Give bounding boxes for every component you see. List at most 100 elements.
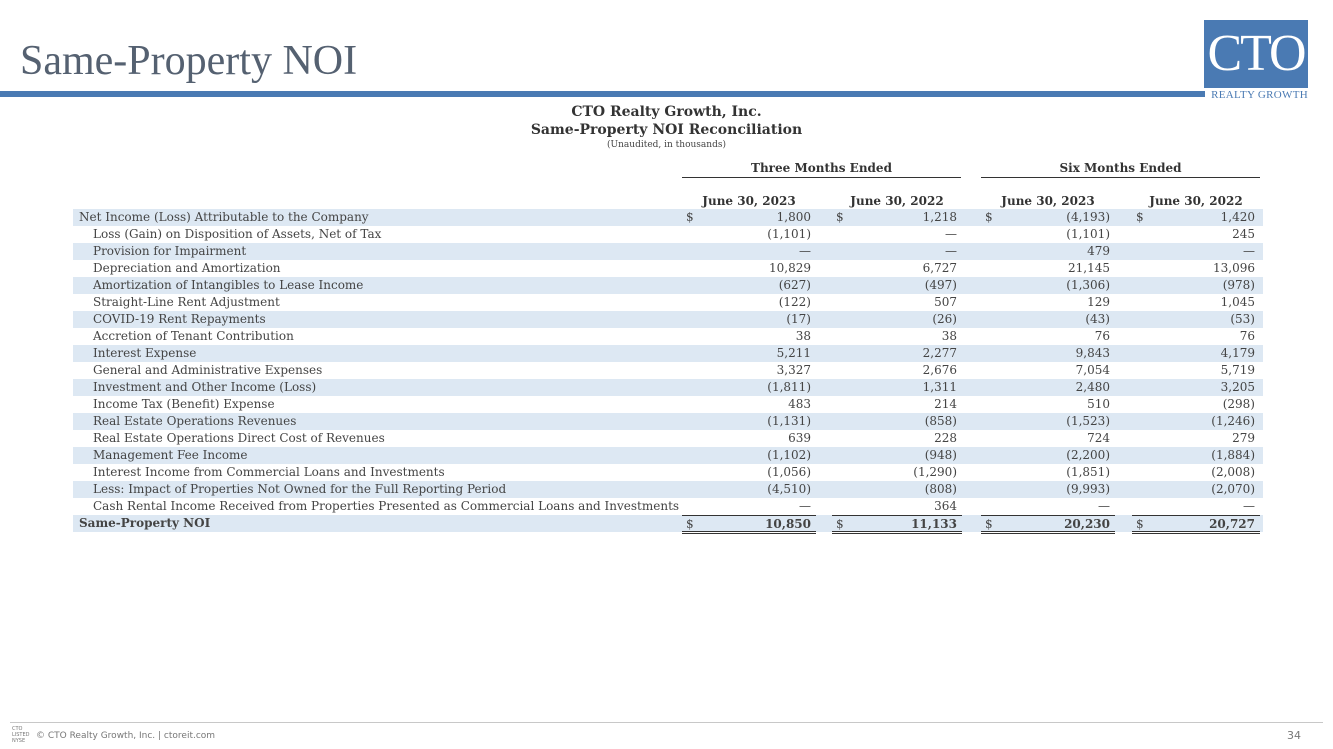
table-cell: (1,811) [682, 379, 816, 396]
table-cell: (17) [682, 311, 816, 328]
footer-logo: CTO LISTED NYSE [12, 726, 34, 744]
row-label: Straight-Line Rent Adjustment [93, 295, 280, 309]
cell-value: (1,246) [1211, 414, 1255, 428]
cell-value: (1,101) [1066, 227, 1110, 241]
cell-value: (1,102) [767, 448, 811, 462]
page-number: 34 [1287, 729, 1301, 742]
table-cell: (1,523) [981, 413, 1115, 430]
table-cell: (1,056) [682, 464, 816, 481]
cell-value: (9,993) [1066, 482, 1110, 496]
table-cell: 1,311 [832, 379, 962, 396]
report-note: (Unaudited, in thousands) [607, 140, 726, 150]
cell-value: 11,133 [911, 517, 957, 531]
row-label: Depreciation and Amortization [93, 261, 281, 275]
cell-value: 10,829 [769, 261, 811, 275]
cell-value: (2,200) [1066, 448, 1110, 462]
cell-value: 5,211 [776, 346, 811, 360]
cell-value: 76 [1239, 329, 1255, 343]
table-row: Amortization of Intangibles to Lease Inc… [73, 277, 1263, 294]
cto-logo: CTO [1204, 20, 1308, 88]
cell-value: (497) [924, 278, 957, 292]
table-cell: (53) [1132, 311, 1260, 328]
table-cell: $20,727 [1132, 515, 1260, 534]
table-cell: (4,510) [682, 481, 816, 498]
table-cell: (1,884) [1132, 447, 1260, 464]
cell-value: 479 [1087, 244, 1110, 258]
reconciliation-table: Net Income (Loss) Attributable to the Co… [73, 209, 1263, 534]
cell-value: 38 [941, 329, 957, 343]
table-cell: 279 [1132, 430, 1260, 447]
cell-value: 3,327 [776, 363, 811, 377]
cell-value: 10,850 [765, 517, 811, 531]
cell-value: 639 [788, 431, 811, 445]
cell-value: 13,096 [1213, 261, 1255, 275]
table-cell: (497) [832, 277, 962, 294]
row-label: Provision for Impairment [93, 244, 247, 258]
table-cell: 6,727 [832, 260, 962, 277]
cell-value: 1,045 [1220, 295, 1255, 309]
table-row: Management Fee Income (1,102) (948) (2,200)… [73, 447, 1263, 464]
cell-value: — [945, 244, 957, 258]
table-cell: 5,719 [1132, 362, 1260, 379]
table-cell: $1,420 [1132, 209, 1260, 226]
table-cell: $1,800 [682, 209, 816, 226]
report-title: Same-Property NOI Reconciliation [530, 122, 803, 138]
table-cell: (1,131) [682, 413, 816, 430]
table-cell: — [832, 243, 962, 260]
cell-value: (1,306) [1066, 278, 1110, 292]
table-cell: 2,480 [981, 379, 1115, 396]
currency-symbol: $ [836, 210, 844, 224]
table-cell: 479 [981, 243, 1115, 260]
table-row: Real Estate Operations Revenues (1,131) (8… [73, 413, 1263, 430]
cell-value: — [1098, 499, 1110, 513]
table-cell: 364 [832, 498, 962, 515]
table-cell: — [682, 498, 816, 515]
table-cell: 3,327 [682, 362, 816, 379]
row-label: COVID-19 Rent Repayments [93, 312, 266, 326]
column-header: June 30, 2022 [832, 194, 962, 210]
cell-value: 1,420 [1220, 210, 1255, 224]
cell-value: (1,811) [767, 380, 811, 394]
cell-value: (978) [1222, 278, 1255, 292]
table-row: Provision for Impairment — — 479 — [73, 243, 1263, 260]
table-cell: (43) [981, 311, 1115, 328]
table-cell: 129 [981, 294, 1115, 311]
cell-value: 279 [1232, 431, 1255, 445]
cell-value: — [1243, 244, 1255, 258]
currency-symbol: $ [985, 210, 993, 224]
group-header-six-months: Six Months Ended [981, 161, 1260, 178]
table-row: Income Tax (Benefit) Expense 483 214 510 (29… [73, 396, 1263, 413]
cell-value: 5,719 [1220, 363, 1255, 377]
cell-value: (1,131) [767, 414, 811, 428]
table-cell: 9,843 [981, 345, 1115, 362]
table-cell: 483 [682, 396, 816, 413]
table-cell: (858) [832, 413, 962, 430]
cell-value: — [1243, 499, 1255, 513]
table-cell: 639 [682, 430, 816, 447]
table-cell: 76 [981, 328, 1115, 345]
table-cell: (26) [832, 311, 962, 328]
currency-symbol: $ [1136, 210, 1144, 224]
total-row: Same-Property NOI $10,850 $11,133 $20,230 $2… [73, 515, 1263, 534]
table-cell: (2,200) [981, 447, 1115, 464]
table-row: Net Income (Loss) Attributable to the Co… [73, 209, 1263, 226]
cell-value: (1,884) [1211, 448, 1255, 462]
table-cell: 2,676 [832, 362, 962, 379]
cell-value: — [945, 227, 957, 241]
cell-value: 38 [795, 329, 811, 343]
table-cell: (1,102) [682, 447, 816, 464]
cell-value: (948) [924, 448, 957, 462]
table-cell: 3,205 [1132, 379, 1260, 396]
table-row: COVID-19 Rent Repayments (17) (26) (43) (53) [73, 311, 1263, 328]
table-cell: 38 [832, 328, 962, 345]
currency-symbol: $ [1136, 517, 1144, 531]
column-header: June 30, 2022 [1132, 194, 1260, 210]
title-underline-bar [0, 91, 1205, 97]
cell-value: (17) [786, 312, 811, 326]
row-label: Management Fee Income [93, 448, 248, 462]
table-cell: (1,101) [682, 226, 816, 243]
cell-value: 2,480 [1075, 380, 1110, 394]
table-cell: $ (4,193) [981, 209, 1115, 226]
cell-value: 4,179 [1220, 346, 1255, 360]
table-row: Real Estate Operations Direct Cost of Re… [73, 430, 1263, 447]
